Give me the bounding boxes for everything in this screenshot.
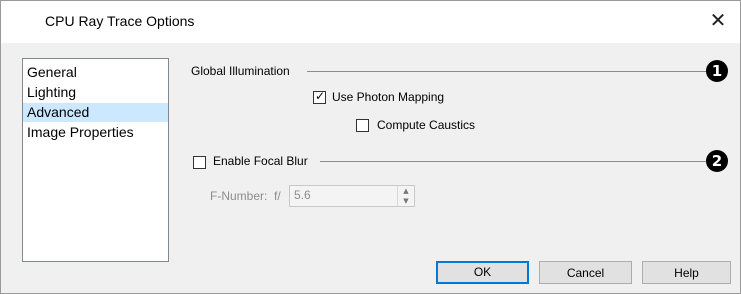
f-number-value: 5.6 xyxy=(294,188,311,202)
dialog-title: CPU Ray Trace Options xyxy=(45,13,195,29)
list-item-general[interactable]: General xyxy=(23,63,168,82)
f-prefix-label: f/ xyxy=(274,189,281,203)
global-illumination-divider xyxy=(307,71,707,72)
ray-trace-options-dialog: CPU Ray Trace Options ✕ General Lighting… xyxy=(0,0,741,294)
global-illumination-label: Global Illumination xyxy=(191,64,290,78)
callout-2-badge: 2 xyxy=(706,150,728,172)
ok-button[interactable]: OK xyxy=(436,261,529,284)
f-number-spinbox[interactable]: 5.6 ▲ ▼ xyxy=(289,185,415,207)
category-list[interactable]: General Lighting Advanced Image Properti… xyxy=(22,58,169,262)
list-item-advanced[interactable]: Advanced xyxy=(23,103,168,122)
help-button[interactable]: Help xyxy=(642,261,731,284)
title-bar: CPU Ray Trace Options ✕ xyxy=(1,1,740,43)
use-photon-mapping-label[interactable]: Use Photon Mapping xyxy=(332,90,444,104)
spin-buttons[interactable]: ▲ ▼ xyxy=(397,186,414,206)
check-icon: ✓ xyxy=(315,89,326,103)
caret-down-icon[interactable]: ▼ xyxy=(398,196,414,206)
caret-up-icon[interactable]: ▲ xyxy=(398,186,414,196)
close-icon: ✕ xyxy=(709,10,727,32)
focal-blur-divider xyxy=(320,161,707,162)
cancel-button[interactable]: Cancel xyxy=(539,261,632,284)
use-photon-mapping-checkbox[interactable]: ✓ xyxy=(313,89,326,104)
compute-caustics-checkbox[interactable] xyxy=(356,119,369,132)
close-button[interactable]: ✕ xyxy=(696,1,740,43)
callout-1-badge: 1 xyxy=(706,60,728,82)
enable-focal-blur-checkbox[interactable] xyxy=(193,156,206,169)
compute-caustics-label[interactable]: Compute Caustics xyxy=(377,118,475,132)
list-item-lighting[interactable]: Lighting xyxy=(23,83,168,102)
enable-focal-blur-label[interactable]: Enable Focal Blur xyxy=(213,154,308,168)
list-item-image-properties[interactable]: Image Properties xyxy=(23,123,168,142)
f-number-label: F-Number: xyxy=(210,189,268,203)
